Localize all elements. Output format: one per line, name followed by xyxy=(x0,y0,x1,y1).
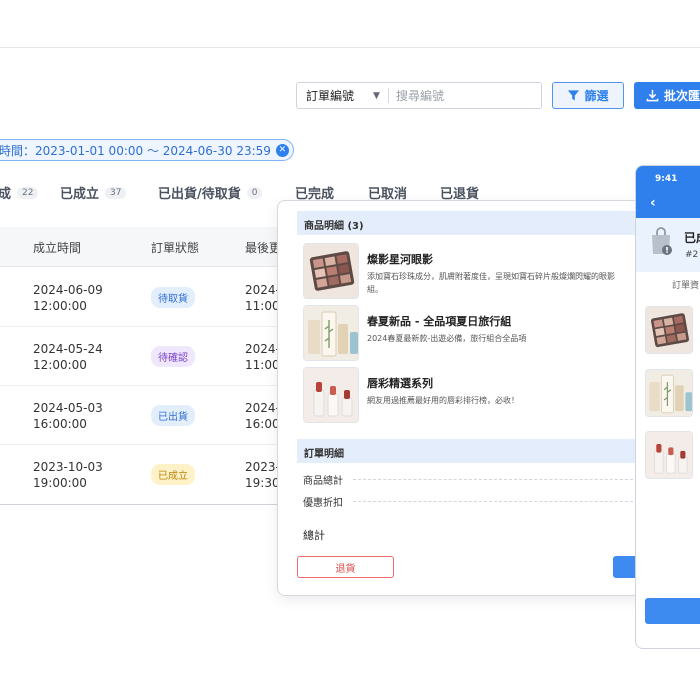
column-header-created[interactable]: 成立時間 xyxy=(33,239,81,256)
tab-count-badge: 0 xyxy=(246,186,263,199)
phone-order-number: #2 xyxy=(685,250,699,260)
products-section-header: 商品明細 (3) xyxy=(297,211,656,235)
phone-action-button[interactable] xyxy=(645,598,700,624)
order-detail-card: 商品明細 (3) 燦影星河眼影 添加寶石珍珠成分，肌膚附著度佳，呈現如寶石碎片般… xyxy=(277,200,657,596)
tab-shipped[interactable]: 已出貨/待取貨 0 xyxy=(158,183,263,202)
download-icon xyxy=(646,89,659,102)
status-badge: 已出貨 xyxy=(151,405,195,426)
phone-order-status: 已成 #2 xyxy=(636,218,700,272)
batch-export-label: 批次匯 xyxy=(664,89,700,103)
eyeshadow-palette-icon xyxy=(303,243,359,299)
column-header-updated[interactable]: 最後更 xyxy=(245,239,281,256)
phone-header: 9:41 ‹ xyxy=(636,166,700,218)
shopping-bag-icon xyxy=(652,227,672,255)
subtotal-row: 商品總計 xyxy=(303,472,643,487)
travel-set-icon xyxy=(303,305,359,361)
subtotal-label: 商品總計 xyxy=(303,476,343,487)
dotted-leader xyxy=(353,501,643,502)
order-section-header: 訂單明細 xyxy=(297,439,656,463)
tab-label: 已出貨/待取貨 xyxy=(158,187,241,202)
eyeshadow-palette-icon[interactable] xyxy=(645,306,693,354)
column-header-status[interactable]: 訂單狀態 xyxy=(151,239,199,256)
product-description: 添加寶石珍珠成分，肌膚附著度佳，呈現如寶石碎片般燦爛閃耀的眼影組。 xyxy=(367,272,615,294)
status-badge: 待取貨 xyxy=(151,287,195,308)
product-item[interactable]: 春夏新品 - 全品項夏日旅行組 2024春夏最新款-出遊必備，旅行組合全品項 xyxy=(303,305,643,363)
table-header: 成立時間 訂單狀態 最後更 xyxy=(0,227,290,267)
discount-label: 優惠折扣 xyxy=(303,498,343,509)
phone-status-text: 已成 xyxy=(684,231,700,245)
chevron-left-icon[interactable]: ‹ xyxy=(650,195,656,211)
product-name: 燦影星河眼影 xyxy=(367,253,433,266)
created-cell: 2024-05-24 12:00:00 xyxy=(33,342,103,372)
table-row[interactable]: 2023-10-03 19:00:00 已成立 2023-1 19:30: xyxy=(0,445,290,504)
search-input[interactable] xyxy=(389,88,529,103)
product-name: 春夏新品 - 全品項夏日旅行組 xyxy=(367,315,512,328)
table-row[interactable]: 2024-06-09 12:00:00 待取貨 2024-0 11:00: xyxy=(0,268,290,327)
close-icon[interactable]: ✕ xyxy=(275,143,289,157)
table-bottom-border xyxy=(0,504,290,505)
phone-clock: 9:41 xyxy=(655,174,678,184)
dotted-leader xyxy=(353,479,643,480)
lipstick-icon[interactable] xyxy=(645,431,693,479)
product-item[interactable]: 燦影星河眼影 添加寶石珍珠成分，肌膚附著度佳，呈現如寶石碎片般燦爛閃耀的眼影組。 xyxy=(303,243,643,301)
batch-export-button[interactable]: 批次匯 xyxy=(634,82,700,109)
product-name: 唇彩精選系列 xyxy=(367,377,433,390)
filter-button-label: 篩選 xyxy=(584,89,609,103)
tab-count-badge: 22 xyxy=(17,186,39,199)
discount-row: 優惠折扣 xyxy=(303,494,643,509)
date-filter-label: 時間：2023-01-01 00:00 〜 2024-06-30 23:59 xyxy=(0,143,271,158)
created-cell: 2024-05-03 16:00:00 xyxy=(33,401,103,431)
tab-established[interactable]: 已成立 37 xyxy=(60,183,127,202)
date-filter-chip: 時間：2023-01-01 00:00 〜 2024-06-30 23:59 ✕ xyxy=(0,139,294,161)
product-item[interactable]: 唇彩精選系列 網友用過推薦最好用的唇彩排行榜，必收！ xyxy=(303,367,643,425)
phone-section-label: 訂單資 xyxy=(672,281,700,291)
product-description: 網友用過推薦最好用的唇彩排行榜，必收！ xyxy=(367,396,519,405)
travel-set-icon[interactable] xyxy=(645,369,693,417)
search-field-group: 訂單編號 ▼ xyxy=(296,82,542,109)
phone-preview: 9:41 ‹ 已成 #2 訂單資 xyxy=(635,165,700,649)
table-row[interactable]: 2024-05-03 16:00:00 已出貨 2024-0 16:00: xyxy=(0,386,290,445)
top-divider xyxy=(0,47,700,48)
status-badge: 待確認 xyxy=(151,346,195,367)
return-button[interactable]: 退貨 xyxy=(297,556,394,578)
table-row[interactable]: 2024-05-24 12:00:00 待確認 2024-0 11:00: xyxy=(0,327,290,386)
created-cell: 2023-10-03 19:00:00 xyxy=(33,460,103,490)
tab-partial[interactable]: 成 22 xyxy=(0,183,39,202)
lipstick-icon xyxy=(303,367,359,423)
caret-down-icon[interactable]: ▼ xyxy=(373,91,387,101)
tab-label: 已成立 xyxy=(60,187,100,202)
product-description: 2024春夏最新款-出遊必備，旅行組合全品項 xyxy=(367,334,527,343)
tab-count-badge: 37 xyxy=(105,186,127,199)
total-label: 總計 xyxy=(303,529,325,542)
search-field-select[interactable]: 訂單編號 xyxy=(297,87,367,104)
created-cell: 2024-06-09 12:00:00 xyxy=(33,283,103,313)
filter-funnel-icon xyxy=(568,90,580,101)
status-badge: 已成立 xyxy=(151,464,195,485)
filter-button[interactable]: 篩選 xyxy=(552,82,624,109)
